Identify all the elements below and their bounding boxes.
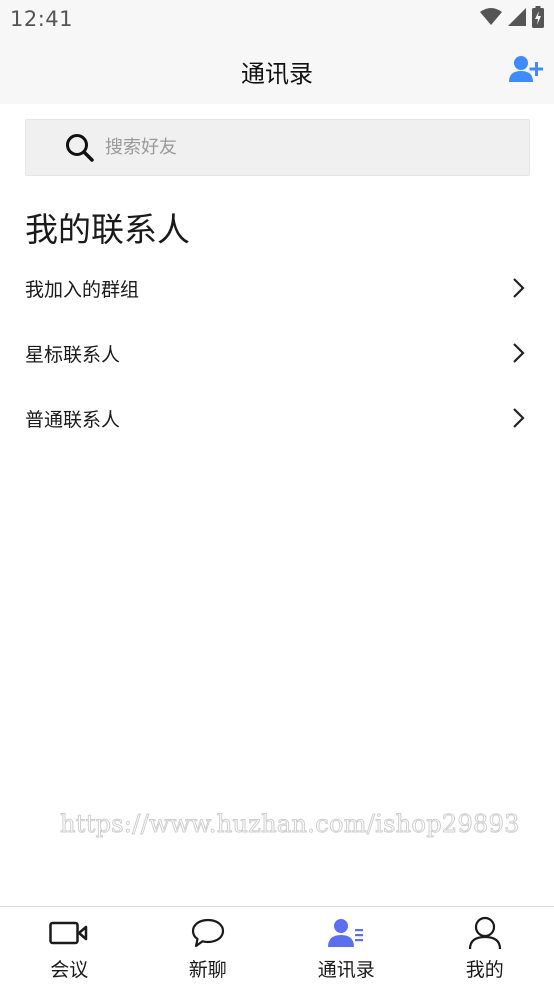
status-bar: 12:41 [0, 0, 554, 40]
tab-label: 我的 [465, 959, 504, 981]
wifi-icon [480, 8, 502, 30]
contact-group-list: 我加入的群组 星标联系人 普通联系人 [0, 256, 554, 451]
chevron-right-icon [512, 277, 526, 299]
tab-label: 会议 [50, 959, 89, 981]
list-item-label: 普通联系人 [25, 409, 121, 431]
section-title: 我的联系人 [25, 210, 190, 249]
list-item-regular-contacts[interactable]: 普通联系人 [0, 386, 554, 451]
search-icon [65, 133, 95, 163]
bottom-tab-bar: 会议 新聊 通讯录 我的 [0, 906, 554, 984]
search-input[interactable] [105, 137, 485, 158]
chat-bubble-icon [190, 915, 226, 951]
video-camera-icon [49, 915, 89, 951]
chevron-right-icon [512, 407, 526, 429]
add-contact-button[interactable] [508, 54, 544, 88]
tab-label: 新聊 [188, 959, 227, 981]
contacts-icon [327, 915, 365, 951]
page-title: 通讯录 [241, 60, 313, 88]
list-item-label: 我加入的群组 [25, 279, 140, 301]
search-box[interactable] [25, 119, 530, 176]
tab-contacts[interactable]: 通讯录 [277, 907, 416, 984]
tab-new-chat[interactable]: 新聊 [139, 907, 278, 984]
status-icons [480, 6, 544, 32]
list-item-joined-groups[interactable]: 我加入的群组 [0, 256, 554, 321]
tab-meeting[interactable]: 会议 [0, 907, 139, 984]
header: 通讯录 [0, 40, 554, 104]
person-icon [467, 915, 503, 951]
battery-charging-icon [532, 6, 544, 32]
add-user-icon [509, 54, 544, 88]
list-item-starred-contacts[interactable]: 星标联系人 [0, 321, 554, 386]
status-time: 12:41 [10, 7, 74, 31]
tab-me[interactable]: 我的 [416, 907, 554, 984]
tab-label: 通讯录 [317, 959, 375, 981]
watermark: https://www.huzhan.com/ishop29893 [60, 810, 520, 839]
chevron-right-icon [512, 342, 526, 364]
cell-signal-icon [508, 8, 526, 30]
list-item-label: 星标联系人 [25, 344, 121, 366]
